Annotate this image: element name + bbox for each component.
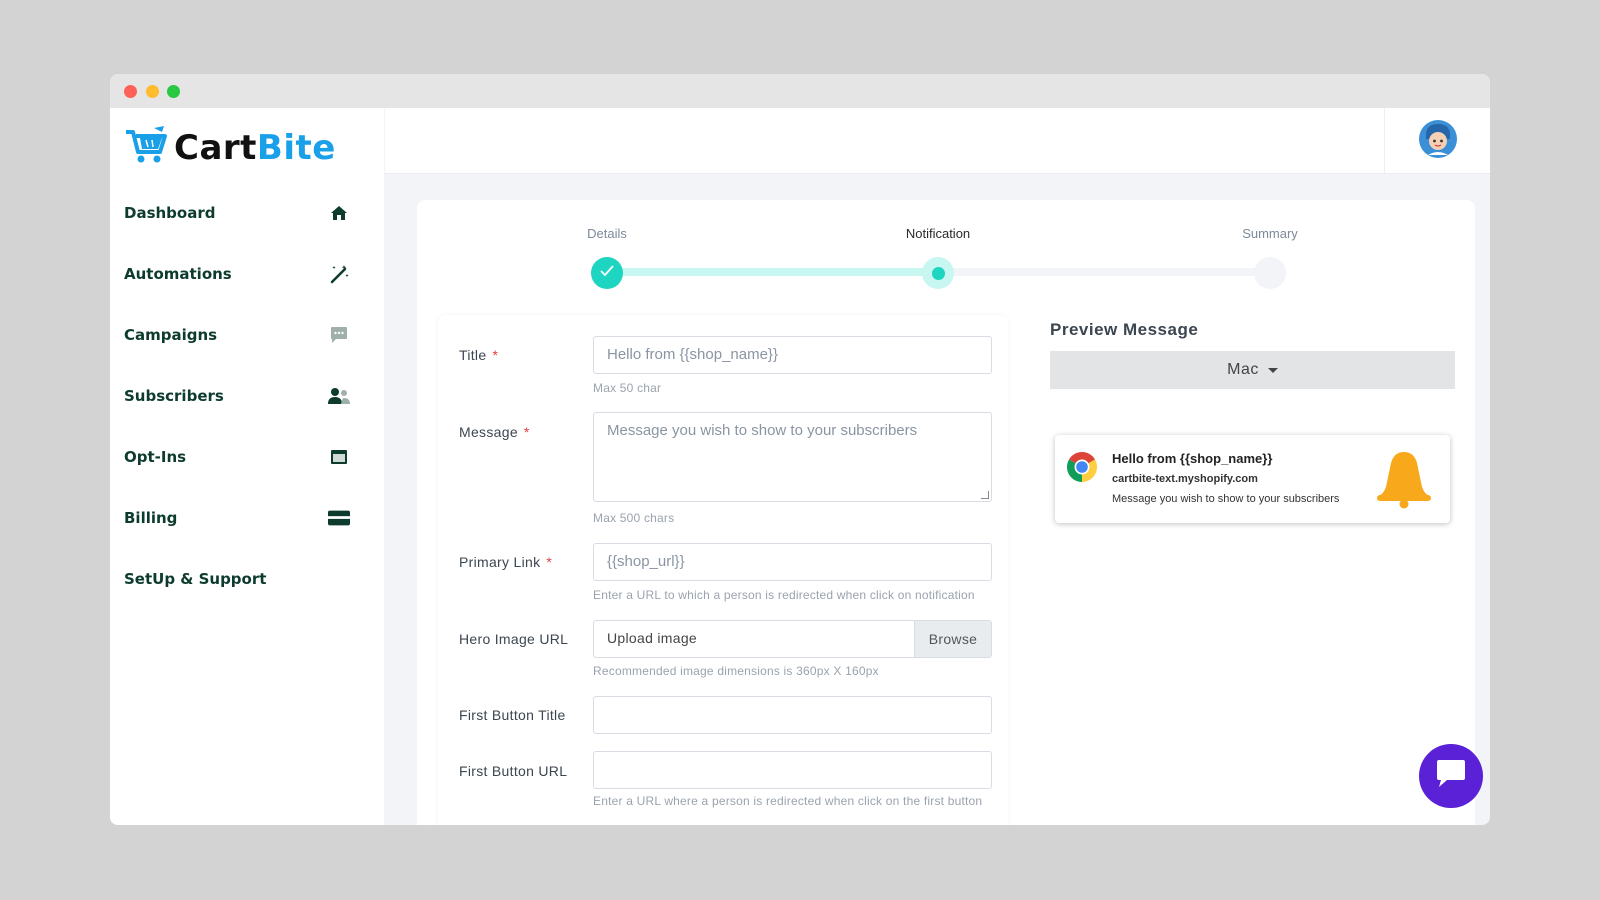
sidebar-item-label: Subscribers bbox=[124, 386, 224, 405]
step-notification-node[interactable] bbox=[922, 257, 954, 289]
title-hint: Max 50 char bbox=[593, 381, 662, 395]
credit-card-icon bbox=[328, 507, 350, 529]
sidebar-item-label: Campaigns bbox=[124, 325, 218, 344]
required-mark: * bbox=[523, 424, 530, 440]
shopping-cart-logo-icon bbox=[124, 126, 168, 169]
step-details-label[interactable]: Details bbox=[587, 226, 627, 241]
chat-icon bbox=[1434, 759, 1468, 794]
os-selected-value: Mac bbox=[1227, 361, 1259, 378]
sidebar-item-label: Billing bbox=[124, 508, 178, 527]
browse-button[interactable]: Browse bbox=[914, 621, 991, 657]
chrome-icon bbox=[1066, 451, 1098, 488]
logo-text-cart: Cart bbox=[174, 127, 257, 168]
notification-form: Title * Hello from {{shop_name}} Max 50 c… bbox=[438, 315, 1008, 825]
logo-text-bite: Bite bbox=[256, 127, 336, 168]
message-textarea[interactable]: Message you wish to show to your subscri… bbox=[593, 412, 992, 502]
sidebar-item-setup-support[interactable]: SetUp & Support bbox=[110, 548, 384, 609]
sidebar-item-label: Dashboard bbox=[124, 203, 216, 222]
step-summary-node[interactable] bbox=[1254, 257, 1286, 289]
step-summary-label[interactable]: Summary bbox=[1242, 226, 1298, 241]
preview-title: Preview Message bbox=[1050, 320, 1199, 339]
first-button-title-label: First Button Title bbox=[459, 707, 566, 723]
app-window: CartBite Dashboard Automations Campaigns bbox=[110, 74, 1490, 825]
step-details-node[interactable] bbox=[591, 257, 623, 289]
required-mark: * bbox=[546, 554, 553, 570]
campaign-editor-card: Details Notification Summary Title * Hell… bbox=[417, 200, 1475, 825]
hero-image-label: Hero Image URL bbox=[459, 631, 569, 647]
resize-handle[interactable] bbox=[981, 491, 989, 499]
sidebar-item-opt-ins[interactable]: Opt-Ins bbox=[110, 426, 384, 487]
bell-icon bbox=[1375, 449, 1433, 514]
maximize-window-button[interactable] bbox=[167, 85, 180, 98]
first-button-title-input[interactable] bbox=[593, 696, 992, 734]
stepper-progress-remaining bbox=[938, 268, 1270, 276]
hero-image-hint: Recommended image dimensions is 360px X … bbox=[593, 664, 879, 678]
window-titlebar bbox=[110, 74, 1490, 108]
hero-image-upload: Upload image Browse bbox=[593, 620, 992, 658]
primary-link-input[interactable]: {{shop_url}} bbox=[593, 543, 992, 581]
window-icon bbox=[328, 446, 350, 468]
message-hint: Max 500 chars bbox=[593, 511, 675, 525]
sidebar-item-subscribers[interactable]: Subscribers bbox=[110, 365, 384, 426]
sidebar-item-label: Opt-Ins bbox=[124, 447, 187, 466]
step-notification-label[interactable]: Notification bbox=[906, 226, 970, 241]
message-label: Message * bbox=[459, 424, 530, 440]
users-icon bbox=[328, 385, 350, 407]
home-icon bbox=[328, 202, 350, 224]
notification-title: Hello from {{shop_name}} bbox=[1112, 451, 1273, 466]
notification-site: cartbite-text.myshopify.com bbox=[1112, 473, 1258, 485]
active-step-dot bbox=[931, 266, 945, 280]
title-label: Title * bbox=[459, 347, 499, 363]
stepper-progress-filled bbox=[607, 268, 937, 276]
primary-link-hint: Enter a URL to which a person is redirec… bbox=[593, 588, 975, 602]
chevron-down-icon bbox=[1267, 367, 1278, 373]
cartbite-logo[interactable]: CartBite bbox=[124, 126, 336, 169]
message-placeholder: Message you wish to show to your subscri… bbox=[607, 422, 918, 439]
first-button-url-label: First Button URL bbox=[459, 763, 568, 779]
os-select-dropdown[interactable]: Mac bbox=[1050, 351, 1455, 389]
check-icon bbox=[600, 264, 614, 282]
message-icon bbox=[328, 324, 350, 346]
notification-message: Message you wish to show to your subscri… bbox=[1112, 493, 1340, 505]
required-mark: * bbox=[492, 347, 499, 363]
magic-wand-icon bbox=[328, 263, 350, 285]
notification-preview: Hello from {{shop_name}} cartbite-text.m… bbox=[1055, 435, 1450, 523]
user-menu[interactable] bbox=[1384, 108, 1490, 174]
minimize-window-button[interactable] bbox=[146, 85, 159, 98]
first-button-url-input[interactable] bbox=[593, 751, 992, 789]
sidebar-item-dashboard[interactable]: Dashboard bbox=[110, 182, 384, 243]
sidebar-item-campaigns[interactable]: Campaigns bbox=[110, 304, 384, 365]
title-input[interactable]: Hello from {{shop_name}} bbox=[593, 336, 992, 374]
sidebar-item-billing[interactable]: Billing bbox=[110, 487, 384, 548]
primary-link-label: Primary Link * bbox=[459, 554, 553, 570]
avatar[interactable] bbox=[1418, 119, 1458, 164]
sidebar-item-automations[interactable]: Automations bbox=[110, 243, 384, 304]
chat-widget-button[interactable] bbox=[1419, 744, 1483, 808]
top-header bbox=[385, 108, 1490, 174]
close-window-button[interactable] bbox=[124, 85, 137, 98]
first-button-url-hint: Enter a URL where a person is redirected… bbox=[593, 794, 983, 808]
sidebar-nav: Dashboard Automations Campaigns Subscrib… bbox=[110, 182, 384, 609]
upload-image-field[interactable]: Upload image bbox=[594, 621, 914, 657]
sidebar: CartBite Dashboard Automations Campaigns bbox=[110, 108, 384, 825]
sidebar-item-label: Automations bbox=[124, 264, 232, 283]
sidebar-item-label: SetUp & Support bbox=[124, 569, 267, 588]
